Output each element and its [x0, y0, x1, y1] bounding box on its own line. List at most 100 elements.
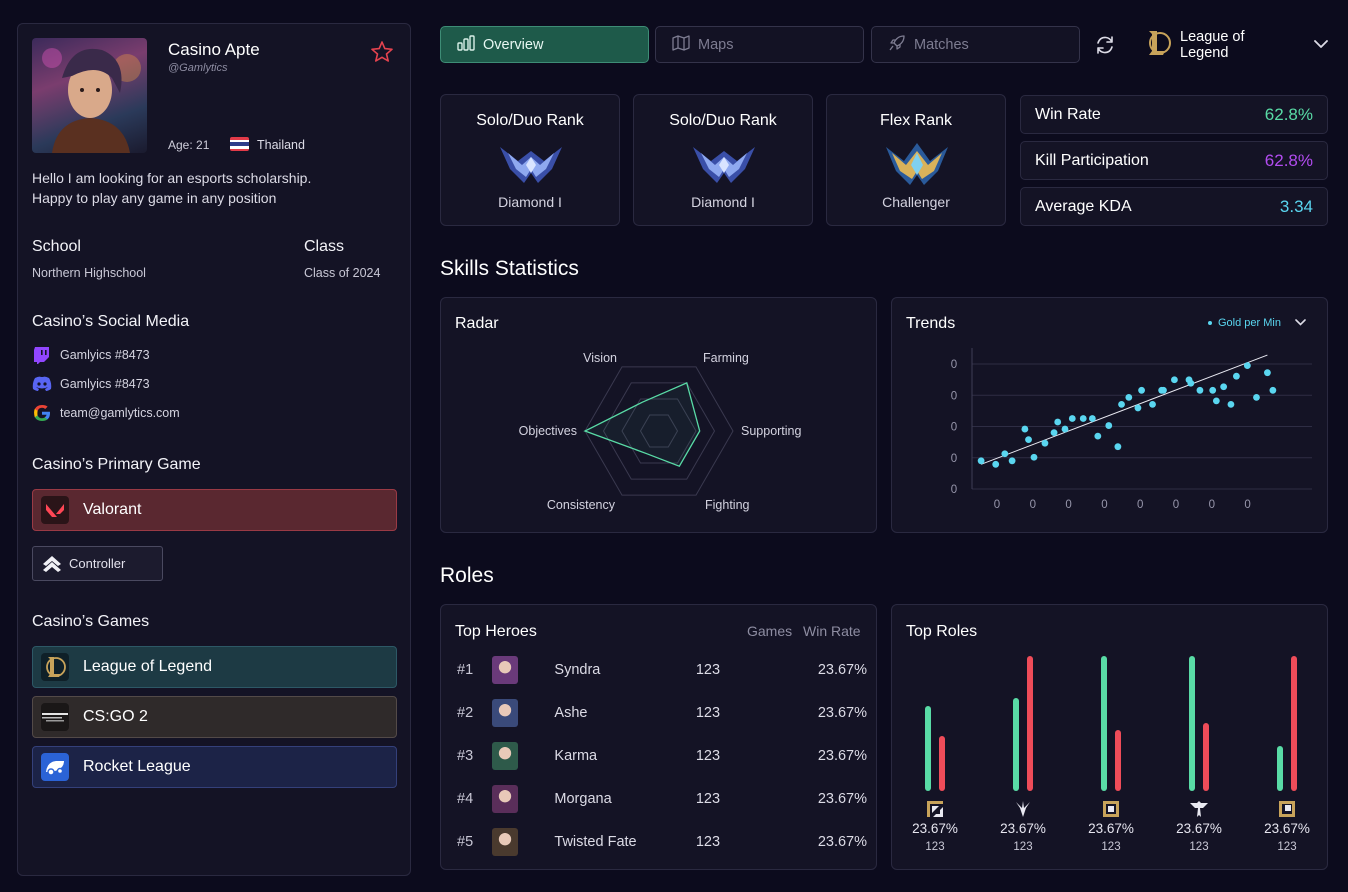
profile-country: Thailand — [257, 138, 305, 152]
hero-games: 123 — [695, 705, 721, 721]
thailand-flag-icon — [230, 137, 249, 151]
scatter-point — [1233, 372, 1240, 380]
hero-row[interactable]: #4 Morgana 123 23.67% — [457, 784, 867, 814]
tab-overview[interactable]: Overview — [440, 26, 649, 63]
favorite-star-icon[interactable] — [370, 40, 394, 64]
radar-axis-label: Farming — [703, 351, 749, 365]
social-google-label: team@gamlytics.com — [60, 406, 180, 420]
scatter-point — [1171, 376, 1178, 384]
scatter-point — [1209, 386, 1217, 394]
game-csgo2[interactable]: CS:GO 2 — [32, 696, 397, 738]
hero-row[interactable]: #1 Syndra 123 23.67% — [457, 655, 867, 685]
hero-row[interactable]: #2 Ashe 123 23.67% — [457, 698, 867, 728]
x-tick-label: 0 — [1065, 499, 1071, 511]
stat-label: Kill Participation — [1035, 151, 1149, 169]
game-league-of-legend[interactable]: League of Legend — [32, 646, 397, 688]
rank-card-solo-2: Solo/Duo Rank Diamond I — [633, 94, 813, 226]
tab-matches[interactable]: Matches — [871, 26, 1080, 63]
radar-axis-label: Objectives — [519, 424, 577, 438]
role-badge-controller[interactable]: Controller — [32, 546, 163, 581]
hero-avatar — [492, 785, 519, 813]
role-column: 23.67% 123 — [1167, 605, 1231, 871]
bar-chart-icon — [457, 34, 475, 55]
role-bar-green — [1013, 698, 1019, 791]
role-bar-red — [1115, 730, 1121, 791]
diamond-rank-icon — [498, 143, 564, 185]
primary-game-title: Casino’s Primary Game — [32, 456, 201, 473]
hero-games: 123 — [695, 791, 721, 807]
profile-name: Casino Apte — [168, 40, 260, 59]
scatter-point — [1001, 450, 1009, 458]
lol-logo-icon — [1146, 29, 1172, 61]
game-lol-label: League of Legend — [83, 658, 213, 675]
col-winrate-header: Win Rate — [803, 623, 861, 639]
scatter-point — [1160, 386, 1167, 394]
x-tick-label: 0 — [1101, 499, 1107, 511]
scatter-point — [1054, 418, 1062, 426]
scatter-point — [1041, 439, 1049, 447]
scatter-point — [1138, 386, 1145, 394]
social-twitch[interactable]: Gamlyics #8473 — [32, 345, 150, 365]
hero-rank: #1 — [457, 662, 474, 678]
game-select-dropdown[interactable]: League of Legend — [1146, 29, 1328, 61]
avatar — [32, 38, 147, 153]
hero-row[interactable]: #3 Karma 123 23.67% — [457, 741, 867, 771]
hero-winrate: 23.67% — [817, 748, 867, 764]
school-label: School — [32, 238, 81, 255]
scatter-point — [1125, 393, 1133, 401]
social-discord[interactable]: Gamlyics #8473 — [32, 374, 150, 394]
role-bar-green — [1189, 656, 1195, 791]
hero-rank: #5 — [457, 834, 474, 850]
role-pct: 23.67% — [1176, 821, 1222, 836]
skills-title: Skills Statistics — [440, 257, 579, 280]
scatter-point — [1061, 425, 1069, 433]
stat-value: 62.8% — [1264, 104, 1313, 124]
radar-axis-label: Vision — [583, 351, 617, 365]
refresh-icon[interactable] — [1094, 34, 1116, 56]
game-rocket-label: Rocket League — [83, 758, 191, 775]
stat-value: 3.34 — [1279, 196, 1313, 216]
diamond-rank-icon — [691, 143, 757, 185]
scatter-point — [1114, 443, 1122, 451]
role-bar-green — [1277, 746, 1283, 791]
stat-average-kda: Average KDA 3.34 — [1020, 187, 1328, 226]
rank-title: Solo/Duo Rank — [669, 112, 777, 129]
scatter-point — [1105, 422, 1113, 429]
class-value: Class of 2024 — [304, 266, 381, 280]
y-tick-label: 0 — [951, 453, 957, 465]
hero-winrate: 23.67% — [817, 791, 867, 807]
game-select-label: League of Legend — [1180, 29, 1245, 61]
tab-maps-label: Maps — [698, 36, 734, 53]
primary-game-valorant[interactable]: Valorant — [32, 489, 397, 531]
scatter-point — [1030, 453, 1038, 461]
scatter-point — [1264, 369, 1271, 377]
hero-games: 123 — [695, 834, 721, 850]
chevron-down-icon — [1314, 37, 1328, 53]
x-tick-label: 0 — [1137, 499, 1143, 511]
scatter-point — [1134, 404, 1142, 412]
hero-rank: #2 — [457, 705, 474, 721]
role-badge-label: Controller — [69, 556, 126, 571]
social-google[interactable]: team@gamlytics.com — [32, 403, 180, 423]
y-tick-label: 0 — [951, 422, 957, 434]
hero-row[interactable]: #5 Twisted Fate 123 23.67% — [457, 827, 867, 857]
rank-tier: Challenger — [882, 194, 950, 210]
role-bar-red — [1203, 723, 1209, 791]
social-discord-label: Gamlyics #8473 — [60, 377, 150, 391]
game-rocket-league[interactable]: Rocket League — [32, 746, 397, 788]
scatter-point — [1220, 383, 1228, 391]
role-games: 123 — [1189, 841, 1209, 853]
rank-title: Flex Rank — [879, 112, 953, 129]
role-bar-red — [939, 736, 945, 791]
role-games: 123 — [925, 841, 945, 853]
hero-games: 123 — [695, 662, 721, 678]
scatter-point — [1227, 401, 1235, 408]
tab-maps[interactable]: Maps — [655, 26, 864, 63]
twitch-icon — [32, 345, 52, 365]
role-bar-red — [1027, 656, 1033, 791]
hero-name: Syndra — [554, 662, 601, 678]
stat-label: Average KDA — [1035, 197, 1132, 215]
radar-axis-label: Supporting — [741, 424, 802, 438]
scatter-point — [1269, 386, 1277, 394]
radar-axis-label: Consistency — [547, 498, 616, 512]
